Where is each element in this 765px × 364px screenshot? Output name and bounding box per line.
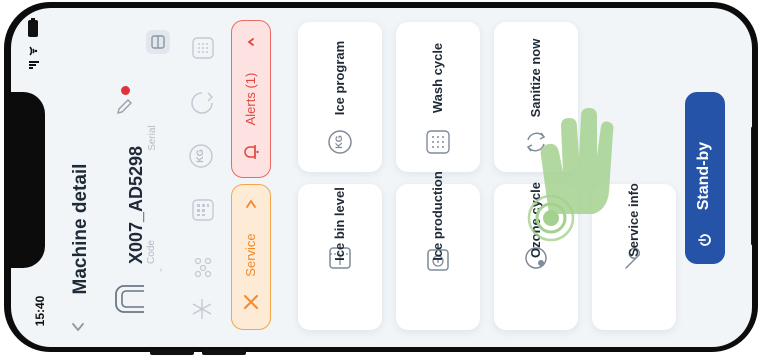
tile-ice-bin-level[interactable]: Ice bin level xyxy=(298,184,382,330)
service-label: Service xyxy=(243,233,258,277)
tile-label: Wash cycle xyxy=(430,42,445,114)
serial-label: Serial xyxy=(147,125,158,151)
tile-label: Ice production xyxy=(430,171,445,261)
chevron-up-icon xyxy=(244,35,258,54)
tile-label: Ice bin level xyxy=(332,187,347,261)
service-button[interactable]: Service xyxy=(231,184,271,330)
phone-frame: 15:40 Machine detail X007_AD5298 Code - … xyxy=(0,0,765,364)
status-time: 15:40 xyxy=(33,295,47,327)
tile-label: Ice program xyxy=(332,40,347,116)
panel-toggle-icon[interactable] xyxy=(146,30,170,54)
home-indicator xyxy=(751,126,752,246)
edit-pencil-icon[interactable] xyxy=(115,98,133,121)
tile-ice-program[interactable]: KG Ice program xyxy=(298,22,382,172)
tile-label: Service info xyxy=(626,183,641,257)
status-dot xyxy=(121,86,130,95)
page-title: Machine detail xyxy=(70,163,91,295)
kg-label: KG xyxy=(334,135,344,149)
standby-label: Stand-by xyxy=(695,141,712,211)
tap-gesture-hand-icon xyxy=(511,96,621,251)
app-screen: 15:40 Machine detail X007_AD5298 Code - … xyxy=(11,8,752,347)
kg-scale-icon: KG xyxy=(326,128,354,156)
machine-code: X007_AD5298 xyxy=(126,145,146,265)
ice-cubes-icon xyxy=(191,198,215,227)
water-drops-icon xyxy=(193,256,213,283)
ice-machine-icon xyxy=(114,282,146,321)
tile-wash-cycle[interactable]: Wash cycle xyxy=(396,22,480,172)
kg-label: KG xyxy=(195,149,205,163)
bell-icon xyxy=(242,143,260,166)
shower-icon xyxy=(424,128,452,161)
battery-icon xyxy=(27,18,39,43)
alerts-label: Alerts (1) xyxy=(243,72,258,126)
alerts-button[interactable]: Alerts (1) xyxy=(231,20,271,178)
kg-scale-icon: KG xyxy=(187,142,215,170)
wifi-icon xyxy=(28,44,40,62)
shower-icon xyxy=(191,36,215,65)
tile-ice-production[interactable]: Ice production xyxy=(396,171,480,330)
volume-button xyxy=(150,350,194,355)
standby-button[interactable]: Stand-by xyxy=(685,92,725,264)
volume-button xyxy=(202,350,246,355)
code-dash: - xyxy=(155,268,167,272)
power-icon xyxy=(697,232,713,253)
snowflake-icon xyxy=(191,298,213,325)
tools-icon xyxy=(242,293,260,316)
signal-icon xyxy=(29,60,39,78)
cycle-refresh-icon xyxy=(189,90,215,121)
code-label: Code xyxy=(146,240,157,264)
camera-notch xyxy=(11,92,45,268)
back-chevron-icon[interactable] xyxy=(71,320,85,339)
